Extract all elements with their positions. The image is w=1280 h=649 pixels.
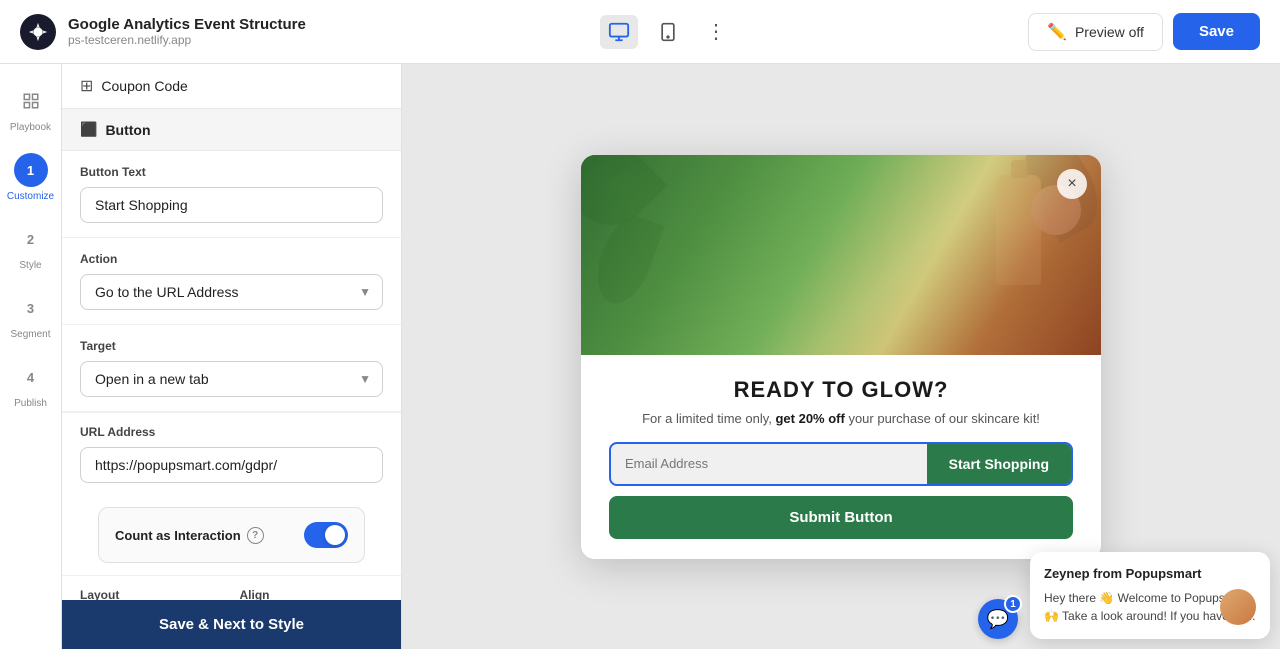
save-button[interactable]: Save: [1173, 13, 1260, 50]
sidebar-item-publish[interactable]: 4 Publish: [0, 350, 61, 419]
sidebar-label-publish: Publish: [14, 398, 47, 409]
popup-subtitle: For a limited time only, get 20% off you…: [609, 411, 1073, 426]
popup-body: READY TO GLOW? For a limited time only, …: [581, 355, 1101, 559]
align-label: Align: [240, 588, 384, 600]
sidebar-label-playbook: Playbook: [10, 122, 51, 133]
interaction-label-row: Count as Interaction ?: [115, 527, 264, 544]
button-text-label: Button Text: [80, 165, 383, 179]
popup-start-btn-wrapper: [LU...] ⧉ 🗑 Start Shopping: [927, 444, 1071, 484]
action-section: Action Go to the URL Address ▼: [62, 238, 401, 325]
header: Google Analytics Event Structure ps-test…: [0, 0, 1280, 64]
chat-header: Zeynep from Popupsmart: [1044, 566, 1256, 581]
customize-icon: 1: [14, 153, 48, 187]
sidebar-item-segment[interactable]: 3 Segment: [0, 281, 61, 350]
target-select-wrapper: Open in a new tab ▼: [80, 361, 383, 397]
chat-badge: 1: [1004, 595, 1022, 613]
popup-close-button[interactable]: ×: [1057, 169, 1087, 199]
align-block: Align Left Center Right: [240, 588, 384, 600]
preview-off-button[interactable]: ✏️ Preview off: [1028, 13, 1163, 51]
left-panel: ⊞ Coupon Code ⬛ Button Button Text Actio…: [62, 64, 402, 649]
layout-block: Layout ↔ ↕: [80, 588, 224, 600]
popup-title: READY TO GLOW?: [609, 377, 1073, 403]
action-select[interactable]: Go to the URL Address: [80, 274, 383, 310]
button-text-input[interactable]: [80, 187, 383, 223]
chat-fab-button[interactable]: 💬 1: [978, 599, 1018, 639]
chat-message-area: Zeynep from Popupsmart Hey there 👋 Welco…: [1044, 566, 1256, 625]
action-label: Action: [80, 252, 383, 266]
button-header-row: ⬛ Button: [62, 109, 401, 151]
sidebar: Playbook 1 Customize 2 Style 3 Segment 4…: [0, 64, 62, 649]
header-title-block: Google Analytics Event Structure ps-test…: [68, 16, 306, 47]
popup-email-input[interactable]: [611, 444, 927, 484]
coupon-icon: ⊞: [80, 76, 93, 96]
interaction-section-wrapper: Count as Interaction ?: [62, 495, 401, 575]
sidebar-label-customize: Customize: [7, 191, 54, 202]
url-label: URL Address: [80, 425, 383, 439]
chat-avatar: [1220, 589, 1256, 625]
coupon-label: Coupon Code: [101, 78, 187, 94]
publish-icon: 4: [14, 360, 48, 394]
more-options-button[interactable]: ⋮: [698, 15, 734, 48]
url-input[interactable]: [80, 447, 383, 483]
popup-submit-button[interactable]: Submit Button: [609, 496, 1073, 539]
preview-off-label: Preview off: [1075, 24, 1144, 40]
image-bg: [581, 155, 1101, 355]
segment-icon: 3: [14, 291, 48, 325]
layout-label: Layout: [80, 588, 224, 600]
interaction-row: Count as Interaction ?: [115, 522, 348, 548]
header-title: Google Analytics Event Structure: [68, 16, 306, 33]
preview-icon: ✏️: [1047, 22, 1067, 42]
mobile-view-button[interactable]: [650, 15, 686, 49]
button-header-icon: ⬛: [80, 121, 97, 138]
popup-image: [581, 155, 1101, 355]
action-select-wrapper: Go to the URL Address ▼: [80, 274, 383, 310]
header-left: Google Analytics Event Structure ps-test…: [20, 14, 306, 50]
popup-start-shopping-button[interactable]: Start Shopping: [927, 444, 1071, 484]
header-center: ⋮: [600, 15, 734, 49]
interaction-box: Count as Interaction ?: [98, 507, 365, 563]
popup-card: × READY TO GLOW? For a limited time only…: [581, 155, 1101, 559]
url-section: URL Address: [62, 412, 401, 495]
target-select[interactable]: Open in a new tab: [80, 361, 383, 397]
toggle-knob: [325, 525, 345, 545]
target-label: Target: [80, 339, 383, 353]
style-icon: 2: [14, 222, 48, 256]
main: Playbook 1 Customize 2 Style 3 Segment 4…: [0, 64, 1280, 649]
playbook-icon: [14, 84, 48, 118]
app-logo: [20, 14, 56, 50]
help-icon[interactable]: ?: [247, 527, 264, 544]
header-subtitle: ps-testceren.netlify.app: [68, 33, 306, 47]
sidebar-item-style[interactable]: 2 Style: [0, 212, 61, 281]
save-next-button[interactable]: Save & Next to Style: [62, 600, 401, 649]
sidebar-item-playbook[interactable]: Playbook: [0, 74, 61, 143]
desktop-view-button[interactable]: [600, 15, 638, 49]
interaction-toggle[interactable]: [304, 522, 348, 548]
header-right: ✏️ Preview off Save: [1028, 13, 1260, 51]
button-text-section: Button Text: [62, 151, 401, 238]
layout-align-row: Layout ↔ ↕ Align Left Center Right: [62, 575, 401, 600]
popup-input-row: [LU...] ⧉ 🗑 Start Shopping: [609, 442, 1073, 486]
interaction-label: Count as Interaction: [115, 528, 241, 543]
coupon-code-row[interactable]: ⊞ Coupon Code: [62, 64, 401, 109]
target-section: Target Open in a new tab ▼: [62, 325, 401, 412]
sidebar-label-segment: Segment: [10, 329, 50, 340]
preview-area: × READY TO GLOW? For a limited time only…: [402, 64, 1280, 649]
button-header-label: Button: [105, 122, 150, 138]
sidebar-item-customize[interactable]: 1 Customize: [0, 143, 61, 212]
chat-widget: Zeynep from Popupsmart Hey there 👋 Welco…: [1030, 552, 1270, 639]
button-section: ⬛ Button Button Text Action Go to the UR…: [62, 109, 401, 600]
sidebar-label-style: Style: [19, 260, 41, 271]
